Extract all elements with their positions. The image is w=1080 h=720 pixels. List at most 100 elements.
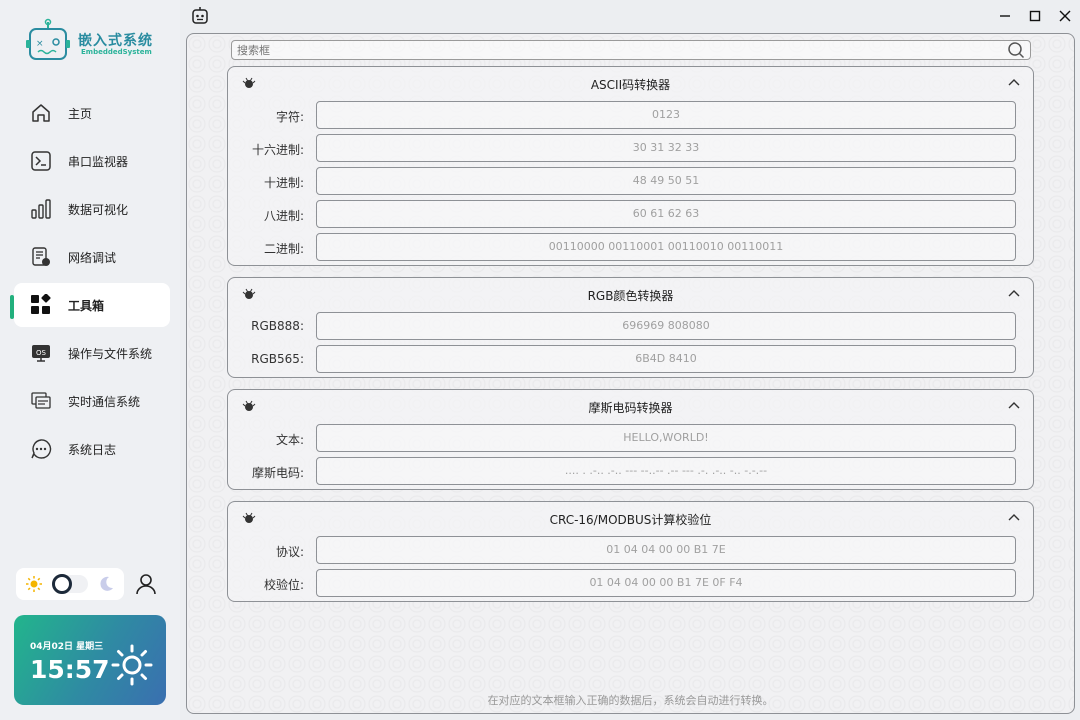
field-label: 十进制: bbox=[263, 176, 304, 190]
ascii-row-bin: 二进制: 00110000 00110001 00110010 00110011 bbox=[228, 231, 1033, 264]
chevron-up-icon[interactable] bbox=[1007, 77, 1021, 87]
card-header[interactable]: 摩斯电码转换器 bbox=[228, 390, 1033, 422]
search-icon[interactable] bbox=[1007, 41, 1025, 59]
field-label: 摩斯电码: bbox=[251, 466, 304, 480]
title-bar bbox=[180, 0, 1080, 32]
chevron-up-icon[interactable] bbox=[1007, 288, 1021, 298]
theme-toggle[interactable] bbox=[51, 574, 88, 594]
decimal-field[interactable]: 48 49 50 51 bbox=[316, 167, 1016, 195]
sidebar-item-label: 网络调试 bbox=[68, 250, 117, 265]
bar-chart-icon bbox=[30, 198, 52, 220]
weather-date: 04月02日 星期三 bbox=[30, 642, 104, 652]
os-monitor-icon: OS bbox=[30, 342, 52, 364]
sidebar-item-toolbox[interactable]: 工具箱 bbox=[14, 283, 170, 327]
user-icon[interactable] bbox=[134, 572, 158, 596]
crc-row-protocol: 协议: 01 04 04 00 00 B1 7E bbox=[228, 534, 1033, 567]
card-header[interactable]: RGB颜色转换器 bbox=[228, 278, 1033, 310]
search-input[interactable] bbox=[231, 40, 1031, 60]
maximize-icon bbox=[1029, 10, 1041, 22]
brand-title: 嵌入式系统 bbox=[78, 33, 153, 49]
field-label: 八进制: bbox=[263, 209, 304, 223]
close-icon bbox=[1059, 10, 1071, 22]
brand-subtitle: EmbeddedSystem bbox=[81, 48, 152, 56]
weather-time: 15:57 bbox=[30, 655, 110, 684]
ascii-row-oct: 八进制: 60 61 62 63 bbox=[228, 198, 1033, 231]
card-title: RGB颜色转换器 bbox=[587, 289, 674, 303]
crc-calculator-card: CRC-16/MODBUS计算校验位 协议: 01 04 04 00 00 B1… bbox=[227, 501, 1034, 602]
sidebar-item-visual[interactable]: 数据可视化 bbox=[14, 187, 170, 231]
binary-field[interactable]: 00110000 00110001 00110010 00110011 bbox=[316, 233, 1016, 261]
char-field[interactable]: 0123 bbox=[316, 101, 1016, 129]
sidebar-item-label: 数据可视化 bbox=[68, 202, 129, 217]
rgb-converter-card: RGB颜色转换器 RGB888: 696969 808080 RGB565: 6… bbox=[227, 277, 1034, 378]
footer-hint: 在对应的文本框输入正确的数据后，系统会自动进行转换。 bbox=[487, 694, 774, 707]
card-title: CRC-16/MODBUS计算校验位 bbox=[549, 513, 712, 527]
field-label: 二进制: bbox=[263, 242, 304, 256]
sun-icon bbox=[111, 644, 153, 686]
sidebar-item-home[interactable]: 主页 bbox=[14, 91, 170, 135]
checksum-field[interactable]: 01 04 04 00 00 B1 7E 0F F4 bbox=[316, 569, 1016, 597]
ascii-row-dec: 十进制: 48 49 50 51 bbox=[228, 165, 1033, 198]
sidebar-item-log[interactable]: 系统日志 bbox=[14, 427, 170, 471]
chevron-up-icon[interactable] bbox=[1007, 512, 1021, 522]
field-label: 协议: bbox=[275, 545, 304, 559]
widgets-icon bbox=[30, 294, 52, 316]
theme-switcher bbox=[16, 568, 124, 600]
robot-logo-icon: × bbox=[26, 18, 70, 60]
sidebar-item-rtos[interactable]: 实时通信系统 bbox=[14, 379, 170, 423]
rgb-row-888: RGB888: 696969 808080 bbox=[228, 310, 1033, 343]
morse-code-field[interactable]: .... . .-.. .-.. --- --..-- .-- --- .-. … bbox=[316, 457, 1016, 485]
hex-field[interactable]: 30 31 32 33 bbox=[316, 134, 1016, 162]
morse-converter-card: 摩斯电码转换器 文本: HELLO,WORLD! 摩斯电码: .... . .-… bbox=[227, 389, 1034, 490]
sidebar-item-label: 实时通信系统 bbox=[68, 394, 141, 409]
field-label: 字符: bbox=[275, 110, 304, 124]
maximize-button[interactable] bbox=[1025, 6, 1045, 26]
chat-bubble-icon bbox=[30, 438, 52, 460]
crc-row-checksum: 校验位: 01 04 04 00 00 B1 7E 0F F4 bbox=[228, 567, 1033, 600]
chevron-up-icon[interactable] bbox=[1007, 400, 1021, 410]
sidebar: × 嵌入式系统 EmbeddedSystem 主页 串口监视器 数据可视化 网络… bbox=[0, 0, 180, 720]
card-header[interactable]: ASCII码转换器 bbox=[228, 67, 1033, 99]
weather-widget: 04月02日 星期三 15:57 bbox=[14, 615, 166, 705]
sidebar-item-os[interactable]: OS 操作与文件系统 bbox=[14, 331, 170, 375]
field-label: 十六进制: bbox=[251, 143, 304, 157]
sidebar-item-label: 串口监视器 bbox=[68, 154, 129, 169]
morse-row-text: 文本: HELLO,WORLD! bbox=[228, 422, 1033, 455]
sidebar-item-label: 系统日志 bbox=[68, 442, 117, 457]
rgb-row-565: RGB565: 6B4D 8410 bbox=[228, 343, 1033, 376]
brand-logo: × 嵌入式系统 EmbeddedSystem bbox=[26, 18, 156, 64]
rgb888-field[interactable]: 696969 808080 bbox=[316, 312, 1016, 340]
field-label: RGB888: bbox=[251, 319, 304, 333]
toolbox-panel: ASCII码转换器 字符: 0123 十六进制: 30 31 32 33 十进制… bbox=[186, 33, 1075, 714]
morse-row-code: 摩斯电码: .... . .-.. .-.. --- --..-- .-- --… bbox=[228, 455, 1033, 488]
octal-field[interactable]: 60 61 62 63 bbox=[316, 200, 1016, 228]
sidebar-item-network[interactable]: 网络调试 bbox=[14, 235, 170, 279]
protocol-field[interactable]: 01 04 04 00 00 B1 7E bbox=[316, 536, 1016, 564]
network-doc-icon bbox=[30, 246, 52, 268]
robot-app-icon bbox=[192, 7, 208, 24]
windows-stack-icon bbox=[30, 390, 52, 412]
sidebar-item-label: 操作与文件系统 bbox=[68, 346, 153, 361]
ascii-row-hex: 十六进制: 30 31 32 33 bbox=[228, 132, 1033, 165]
sidebar-item-serial[interactable]: 串口监视器 bbox=[14, 139, 170, 183]
ascii-row-char: 字符: 0123 bbox=[228, 99, 1033, 132]
rgb565-field[interactable]: 6B4D 8410 bbox=[316, 345, 1016, 373]
sun-small-icon bbox=[25, 576, 42, 592]
card-title: ASCII码转换器 bbox=[590, 78, 671, 92]
field-label: 校验位: bbox=[263, 578, 304, 592]
home-icon bbox=[30, 102, 52, 124]
moon-icon bbox=[100, 576, 114, 591]
close-button[interactable] bbox=[1055, 6, 1075, 26]
text-field[interactable]: HELLO,WORLD! bbox=[316, 424, 1016, 452]
toggle-knob bbox=[51, 574, 72, 594]
ascii-converter-card: ASCII码转换器 字符: 0123 十六进制: 30 31 32 33 十进制… bbox=[227, 66, 1034, 266]
minimize-button[interactable] bbox=[995, 6, 1015, 26]
sidebar-item-label: 工具箱 bbox=[68, 298, 105, 313]
sidebar-item-label: 主页 bbox=[68, 106, 93, 121]
svg-text:OS: OS bbox=[36, 349, 47, 357]
card-header[interactable]: CRC-16/MODBUS计算校验位 bbox=[228, 502, 1033, 534]
svg-text:×: × bbox=[36, 39, 44, 49]
card-title: 摩斯电码转换器 bbox=[588, 401, 673, 415]
field-label: RGB565: bbox=[251, 352, 304, 366]
terminal-icon bbox=[30, 150, 52, 172]
